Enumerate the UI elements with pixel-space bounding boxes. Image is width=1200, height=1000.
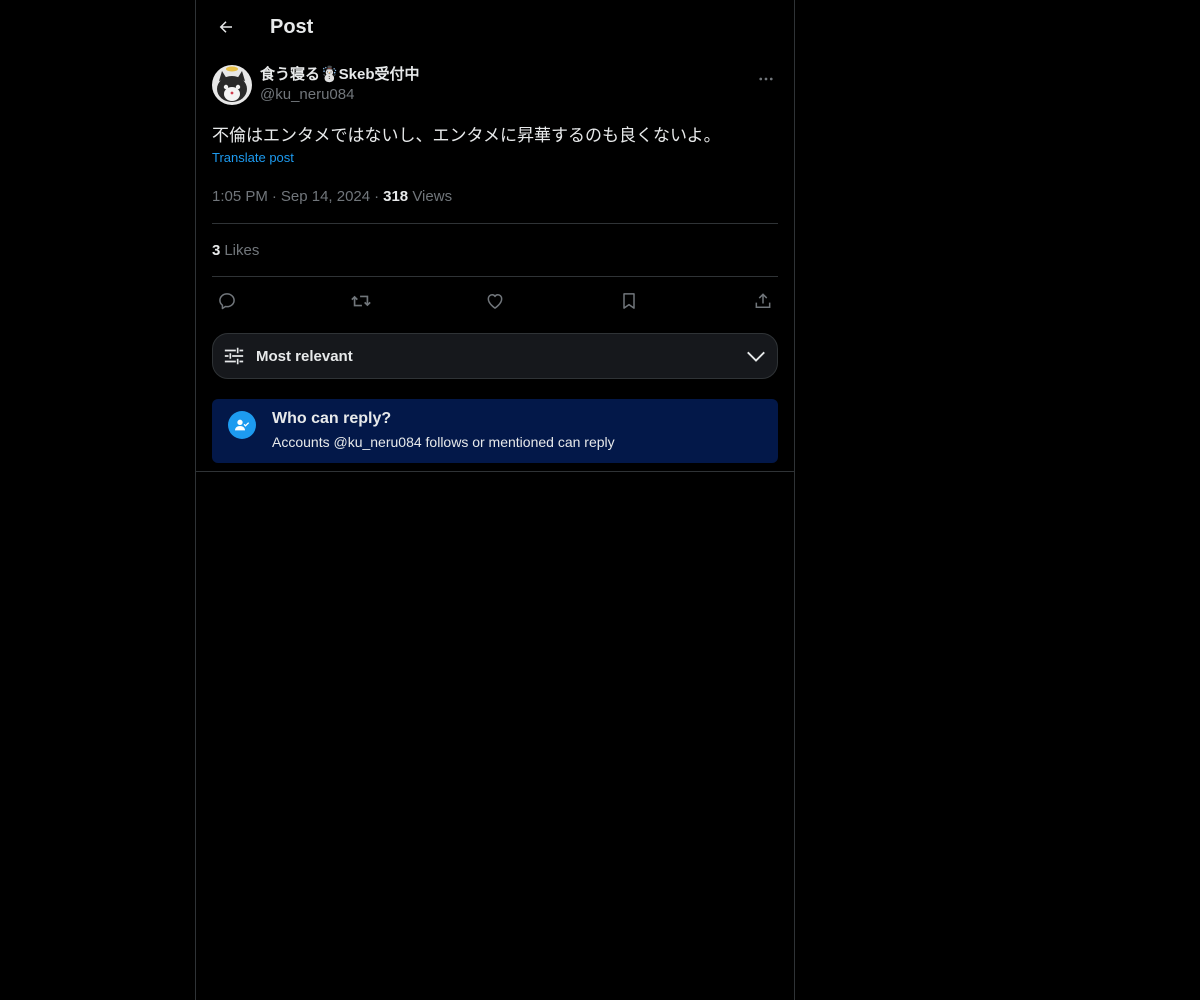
- repost-button[interactable]: [350, 290, 372, 312]
- display-name[interactable]: 食う寝る☃️Skeb受付中: [260, 65, 754, 85]
- more-horizontal-icon: [759, 77, 773, 81]
- post-meta: 1:05 PM · Sep 14, 2024 · 318 Views: [212, 187, 778, 207]
- main-column: Post 食う寝る☃️Skeb受付中 @ku_neru084 不倫はエンタメでは…: [195, 0, 795, 1000]
- translate-post-link[interactable]: Translate post: [212, 150, 294, 165]
- user-handle[interactable]: @ku_neru084: [260, 85, 754, 105]
- back-button[interactable]: [214, 15, 238, 39]
- likes-count: 3: [212, 241, 221, 259]
- sort-label: Most relevant: [256, 347, 353, 365]
- like-button[interactable]: [484, 290, 506, 312]
- avatar-image: [212, 65, 252, 105]
- repost-icon: [351, 295, 371, 307]
- post-text: 不倫はエンタメではないし、エンタメに昇華するのも良くないよ。: [212, 126, 721, 145]
- post: 食う寝る☃️Skeb受付中 @ku_neru084 不倫はエンタメではないし、エ…: [196, 64, 794, 463]
- bookmark-button[interactable]: [618, 290, 640, 312]
- person-check-icon: [235, 419, 250, 431]
- page-title: Post: [270, 15, 314, 38]
- heart-icon: [487, 294, 503, 309]
- avatar[interactable]: [212, 65, 252, 105]
- more-options-button[interactable]: [754, 67, 778, 91]
- action-bar: [212, 277, 778, 325]
- reply-bubble-icon: [219, 293, 235, 310]
- chevron-down-icon: [747, 351, 765, 362]
- reply-restriction-description: Accounts @ku_neru084 follows or mentione…: [272, 434, 615, 450]
- sliders-icon: [224, 347, 244, 365]
- share-button[interactable]: [752, 290, 774, 312]
- reply-restriction-text: Who can reply? Accounts @ku_neru084 foll…: [272, 410, 615, 452]
- bookmark-icon: [623, 293, 635, 309]
- post-time[interactable]: 1:05 PM: [212, 188, 268, 205]
- author-names: 食う寝る☃️Skeb受付中 @ku_neru084: [260, 64, 754, 105]
- sort-replies-dropdown[interactable]: Most relevant: [212, 333, 778, 379]
- likes-label: Likes: [224, 241, 260, 259]
- reply-button[interactable]: [216, 290, 238, 312]
- likes-summary[interactable]: 3 Likes: [212, 224, 778, 276]
- meta-separator: ·: [271, 188, 277, 205]
- reply-restriction-notice: Who can reply? Accounts @ku_neru084 foll…: [212, 399, 778, 463]
- reply-restriction-title: Who can reply?: [272, 410, 392, 427]
- divider: [196, 471, 794, 472]
- arrow-left-icon: [219, 21, 232, 33]
- views-count: 318: [383, 188, 409, 205]
- reply-restriction-icon-badge: [228, 411, 256, 439]
- post-date[interactable]: Sep 14, 2024: [281, 188, 370, 205]
- page-header: Post: [196, 0, 794, 54]
- meta-separator: ·: [374, 188, 380, 205]
- author-row: 食う寝る☃️Skeb受付中 @ku_neru084: [212, 64, 778, 114]
- share-upload-icon: [755, 293, 771, 308]
- views-label: Views: [412, 188, 453, 205]
